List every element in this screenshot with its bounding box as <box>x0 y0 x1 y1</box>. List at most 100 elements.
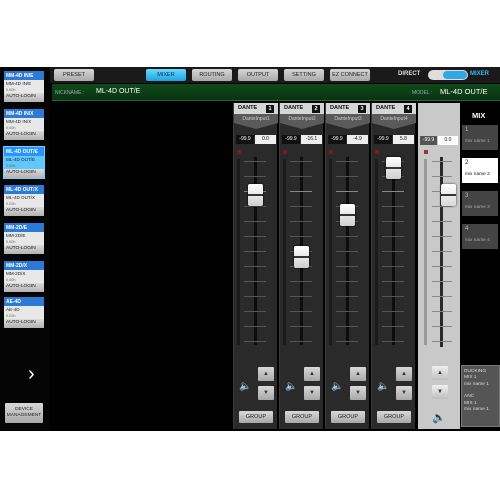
ducking-panel[interactable]: DUCKING MIX 1 mix name 1 ANC MIX 1 mix n… <box>461 365 500 427</box>
group-button[interactable]: GROUP <box>331 411 365 423</box>
fader-tick <box>244 206 266 207</box>
fader-tick <box>382 266 404 267</box>
auto-login-button[interactable]: AUTO-LOGIN <box>4 283 44 292</box>
fader-tick <box>290 221 312 222</box>
tab-ez-connect[interactable]: EZ CONNECT <box>330 69 370 81</box>
channel-label: DANTE <box>376 105 396 111</box>
device-item[interactable]: MM-2D/E MM-2D/E 0.00h AUTO-LOGIN <box>4 223 44 254</box>
arrow-up-button[interactable]: ▲ <box>432 366 448 380</box>
direct-label: DIRECT <box>398 71 421 77</box>
fader-tick <box>244 251 266 252</box>
arrow-up-button[interactable]: ▲ <box>350 367 366 381</box>
group-button[interactable]: GROUP <box>285 411 319 423</box>
fader-tick <box>290 296 312 297</box>
mix-number: 4 <box>465 226 469 232</box>
arrow-down-button[interactable]: ▼ <box>258 386 274 400</box>
device-management-button[interactable]: DEVICE MANAGEMENT <box>5 403 43 423</box>
auto-login-button[interactable]: AUTO-LOGIN <box>4 245 44 254</box>
arrow-down-button[interactable]: ▼ <box>396 386 412 400</box>
tab-mixer[interactable]: MIXER <box>146 69 186 81</box>
channel-label: DANTE <box>284 105 304 111</box>
device-name: MM-4D IN/E <box>4 71 44 80</box>
device-item[interactable]: MM-2D/X MM-2D/X 0.00h AUTO-LOGIN <box>4 261 44 292</box>
auto-login-button[interactable]: AUTO-LOGIN <box>4 169 44 178</box>
mix-item[interactable]: 3 mix name 3 <box>462 191 498 216</box>
fader-knob[interactable] <box>340 204 355 227</box>
fader-tick <box>336 236 358 237</box>
channel-source[interactable]: DanteInput3 <box>326 114 370 129</box>
fader-tick <box>382 206 404 207</box>
device-item[interactable]: MM-4D IN/X MM-4D IN/X 0.00h AUTO-LOGIN <box>4 109 44 140</box>
fader-value[interactable]: 5.8 <box>393 135 414 144</box>
mix-number: 1 <box>465 127 469 133</box>
mix-item-selected[interactable]: 2 mix name 2 <box>462 158 498 183</box>
speaker-icon[interactable]: 🔈 <box>331 381 343 392</box>
group-button[interactable]: GROUP <box>377 411 411 423</box>
fader-tick <box>244 281 266 282</box>
tab-routing[interactable]: ROUTING <box>192 69 232 81</box>
fader-tick <box>290 191 312 192</box>
mix-item[interactable]: 1 mix name 1 <box>462 125 498 150</box>
device-item[interactable]: MM-4D IN/E MM-4D IN/E 0.00h AUTO-LOGIN <box>4 71 44 102</box>
auto-login-button[interactable]: AUTO-LOGIN <box>4 319 44 328</box>
fader-knob[interactable] <box>386 157 401 180</box>
arrow-down-button[interactable]: ▼ <box>304 386 320 400</box>
master-fader-knob[interactable] <box>441 184 456 206</box>
fader-knob[interactable] <box>248 183 263 206</box>
fader-tick <box>382 236 404 237</box>
device-item-selected[interactable]: ML-4D OUT/E ML-4D OUT/E 0.00h AUTO-LOGIN <box>3 146 45 179</box>
group-button[interactable]: GROUP <box>239 411 273 423</box>
speaker-icon[interactable]: 🔈 <box>377 381 389 392</box>
channel-source[interactable]: DanteInput2 <box>280 114 324 129</box>
clip-indicator <box>375 150 379 154</box>
fader-value[interactable]: -4.9 <box>347 135 368 144</box>
fader-tick <box>336 251 358 252</box>
fader-tick <box>432 311 452 312</box>
device-item[interactable]: AE-4D AE-4D 0.00h AUTO-LOGIN <box>4 297 44 328</box>
auto-login-button[interactable]: AUTO-LOGIN <box>4 131 44 140</box>
fader-tick <box>432 161 452 162</box>
channel-source[interactable]: DanteInput1 <box>234 114 278 129</box>
device-name: MM-2D/E <box>4 223 44 232</box>
speaker-icon[interactable]: 🔈 <box>432 411 446 424</box>
fader-knob[interactable] <box>294 245 309 268</box>
arrow-up-button[interactable]: ▲ <box>258 367 274 381</box>
auto-login-button[interactable]: AUTO-LOGIN <box>4 207 44 216</box>
arrow-down-button[interactable]: ▼ <box>350 386 366 400</box>
channel-values: -99.9 -16.1 <box>282 135 322 144</box>
model-value: ML-4D OUT/E <box>440 87 488 96</box>
mix-item[interactable]: 4 mix name 4 <box>462 224 498 249</box>
device-nickname: MM-2D/E <box>4 232 44 240</box>
fader-tick <box>432 251 452 252</box>
speaker-icon[interactable]: 🔈 <box>239 381 251 392</box>
arrow-down-button[interactable]: ▼ <box>432 385 448 399</box>
chevron-right-icon[interactable]: › <box>28 363 35 386</box>
channel-label: DANTE <box>330 105 350 111</box>
device-item[interactable]: ML-4D OUT/X ML-4D OUT/X 0.00h AUTO-LOGIN <box>4 185 44 216</box>
meter-readout: -99.9 <box>236 135 254 144</box>
top-bar: PRESET MIXER ROUTING OUTPUT SETTING EZ C… <box>0 67 500 83</box>
fader-tick <box>244 221 266 222</box>
fader-tick <box>336 326 358 327</box>
fader-tick <box>432 296 452 297</box>
channel-strip: DANTE 2 DanteInput2 -99.9 -16.1 🔈 ▲ ▼ GRO… <box>279 103 324 429</box>
fader-tick <box>432 206 452 207</box>
fader-tick <box>244 341 266 342</box>
master-fader-value[interactable]: 0.0 <box>438 136 458 145</box>
channel-source[interactable]: DanteInput4 <box>372 114 416 129</box>
fader-area <box>234 147 278 351</box>
fader-tick <box>432 341 452 342</box>
channel-number: 4 <box>404 104 412 113</box>
fader-value[interactable]: 0.0 <box>255 135 276 144</box>
mode-toggle[interactable] <box>428 70 468 80</box>
tab-setting[interactable]: SETTING <box>284 69 324 81</box>
tab-preset[interactable]: PRESET <box>54 69 94 81</box>
arrow-up-button[interactable]: ▲ <box>396 367 412 381</box>
tab-output[interactable]: OUTPUT <box>238 69 278 81</box>
fader-tick <box>382 341 404 342</box>
speaker-icon[interactable]: 🔈 <box>285 381 297 392</box>
fader-value[interactable]: -16.1 <box>301 135 322 144</box>
auto-login-button[interactable]: AUTO-LOGIN <box>4 93 44 102</box>
arrow-up-button[interactable]: ▲ <box>304 367 320 381</box>
fader-tick <box>244 326 266 327</box>
